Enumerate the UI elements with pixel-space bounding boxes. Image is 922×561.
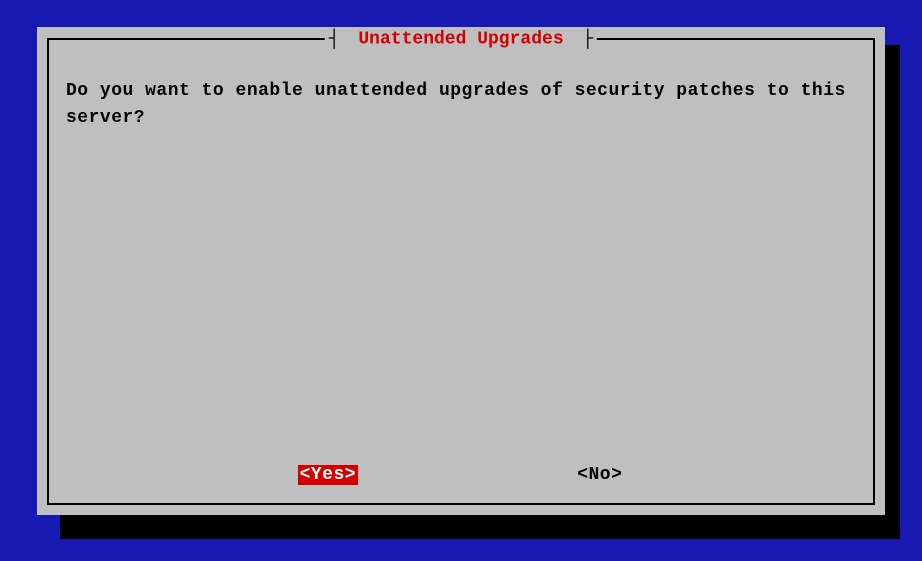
title-border-left: ┤	[329, 30, 340, 50]
yes-button[interactable]: <Yes>	[298, 465, 359, 485]
dialog-border: ┤ Unattended Upgrades ├ Do you want to e…	[47, 38, 875, 505]
dialog-panel: ┤ Unattended Upgrades ├ Do you want to e…	[37, 27, 885, 515]
dialog-message: Do you want to enable unattended upgrade…	[66, 78, 856, 132]
dialog-title: Unattended Upgrades	[350, 30, 571, 50]
title-border-right: ├	[582, 30, 593, 50]
button-row: <Yes> <No>	[49, 465, 873, 485]
dialog-title-wrap: ┤ Unattended Upgrades ├	[325, 30, 597, 51]
no-button[interactable]: <No>	[575, 465, 624, 485]
